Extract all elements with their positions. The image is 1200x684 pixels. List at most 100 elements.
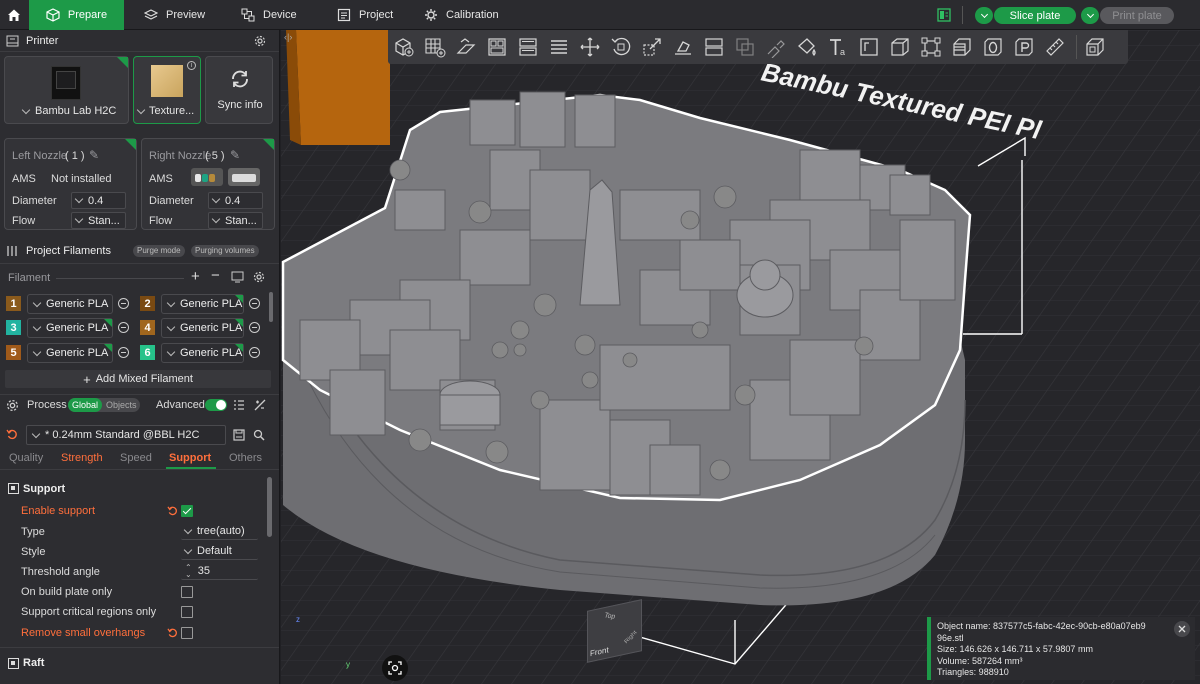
boolean-icon[interactable] (731, 33, 759, 61)
filament-select[interactable]: Generic PLA (27, 294, 113, 314)
remove-slot-icon[interactable] (249, 322, 260, 333)
support-style-select[interactable]: Default (181, 543, 258, 560)
filament-slot[interactable]: 2 Generic PLA (140, 294, 270, 314)
left-diameter-select[interactable]: 0.4 (71, 192, 126, 209)
3d-viewport[interactable]: Bambu Textured PEI Pl Top Front Right z … (281, 30, 1200, 684)
add-object-icon[interactable] (390, 33, 418, 61)
process-preset-select[interactable]: * 0.24mm Standard @BBL H2C (26, 425, 226, 445)
filament-select[interactable]: Generic PLA (161, 294, 244, 314)
add-filament-button[interactable]: + (191, 268, 200, 285)
save-icon[interactable] (233, 429, 245, 441)
filament-scrollbar[interactable] (269, 292, 273, 322)
tab-preview[interactable]: Preview (144, 0, 214, 30)
purging-volumes-button[interactable]: Purging volumes (191, 245, 259, 257)
scale-icon[interactable] (638, 33, 666, 61)
layout-icon[interactable] (937, 8, 951, 22)
screenshot-button[interactable] (382, 655, 408, 681)
layers-list-icon[interactable] (545, 33, 573, 61)
lay-on-face-icon[interactable] (669, 33, 697, 61)
layer-stack-icon[interactable] (948, 33, 976, 61)
plate-select-card[interactable]: i Texture... (133, 56, 201, 124)
gear-icon[interactable] (253, 271, 265, 283)
purge-mode-button[interactable]: Purge mode (133, 245, 185, 257)
close-icon[interactable] (1174, 621, 1190, 637)
build-plate-only-checkbox[interactable] (181, 586, 193, 598)
filament-slot[interactable]: 4 Generic PLA (140, 318, 270, 338)
ams-unit-1[interactable] (191, 168, 223, 186)
global-option[interactable]: Global (68, 398, 102, 412)
advanced-toggle[interactable] (205, 399, 227, 411)
plate-zero-icon[interactable] (979, 33, 1007, 61)
remove-overhangs-checkbox[interactable] (181, 627, 193, 639)
printer-select-card[interactable]: Bambu Lab H2C (4, 56, 129, 124)
arrange-icon[interactable] (483, 33, 511, 61)
left-flow-select[interactable]: Stan... (71, 212, 126, 229)
remove-slot-icon[interactable] (118, 322, 129, 333)
reset-icon[interactable] (167, 627, 178, 638)
auto-orient-icon[interactable] (452, 33, 480, 61)
sync-filament-icon[interactable] (231, 271, 244, 283)
tab-strength[interactable]: Strength (61, 452, 103, 464)
filament-slot[interactable]: 3 Generic PLA (6, 318, 136, 338)
view-cube-front[interactable]: Front (590, 645, 609, 658)
filament-select[interactable]: Generic PLA (27, 318, 113, 338)
sync-info-button[interactable]: Sync info (205, 56, 273, 124)
collapse-panel-icon[interactable]: ‹|› (284, 32, 292, 42)
filament-select[interactable]: Generic PLA (27, 343, 113, 363)
tab-prepare[interactable]: Prepare (29, 0, 124, 30)
list-icon[interactable] (233, 399, 245, 411)
bounding-box-icon[interactable] (917, 33, 945, 61)
tab-project[interactable]: Project (337, 0, 407, 30)
tab-support[interactable]: Support (169, 452, 211, 464)
filament-select[interactable]: Generic PLA (161, 318, 244, 338)
filament-select[interactable]: Generic PLA (161, 343, 244, 363)
remove-slot-icon[interactable] (249, 298, 260, 309)
tab-others[interactable]: Others (229, 452, 262, 464)
edit-icon[interactable]: ✎ (230, 148, 240, 162)
rotate-icon[interactable] (607, 33, 635, 61)
remove-filament-button[interactable]: − (211, 267, 220, 284)
edit-icon[interactable]: ✎ (89, 148, 99, 162)
right-flow-select[interactable]: Stan... (208, 212, 263, 229)
reset-icon[interactable] (6, 428, 18, 440)
split-plates-icon[interactable] (514, 33, 542, 61)
remove-slot-icon[interactable] (118, 298, 129, 309)
spinner-arrows-icon[interactable]: ⌃ ⌄ (185, 564, 192, 579)
measure-3d-icon[interactable] (886, 33, 914, 61)
filament-slot[interactable]: 1 Generic PLA (6, 294, 136, 314)
plate-parameter-icon[interactable] (1010, 33, 1038, 61)
global-objects-toggle[interactable]: Global Objects (68, 398, 140, 412)
tab-calibration[interactable]: Calibration (424, 0, 514, 30)
emboss-icon[interactable] (855, 33, 883, 61)
ruler-icon[interactable] (1041, 33, 1069, 61)
add-plate-icon[interactable] (421, 33, 449, 61)
compare-icon[interactable] (254, 399, 266, 411)
view-cube-top[interactable]: Top (603, 612, 616, 621)
right-diameter-select[interactable]: 0.4 (208, 192, 263, 209)
print-dropdown-button[interactable] (1081, 7, 1099, 24)
enable-support-checkbox[interactable] (181, 505, 193, 517)
settings-scrollbar[interactable] (267, 477, 272, 537)
gear-icon[interactable] (254, 35, 266, 47)
slice-plate-button[interactable]: Slice plate (994, 7, 1076, 24)
home-icon[interactable] (0, 0, 27, 30)
print-plate-button[interactable]: Print plate (1100, 7, 1174, 24)
color-paint-icon[interactable] (793, 33, 821, 61)
remove-slot-icon[interactable] (249, 347, 260, 358)
ams-unit-2[interactable] (228, 168, 260, 186)
threshold-angle-spinner[interactable]: ⌃ ⌄ 35 (181, 563, 258, 580)
critical-regions-checkbox[interactable] (181, 606, 193, 618)
tab-quality[interactable]: Quality (9, 452, 43, 464)
tab-speed[interactable]: Speed (120, 452, 152, 464)
text-tool-icon[interactable]: a (824, 33, 852, 61)
support-type-select[interactable]: tree(auto) (181, 523, 258, 540)
cut-icon[interactable] (700, 33, 728, 61)
objects-option[interactable]: Objects (106, 398, 137, 412)
move-icon[interactable] (576, 33, 604, 61)
support-paint-icon[interactable] (762, 33, 790, 61)
add-mixed-filament-button[interactable]: + Add Mixed Filament (5, 370, 271, 388)
reset-icon[interactable] (167, 505, 178, 516)
remove-slot-icon[interactable] (118, 347, 129, 358)
filament-slot[interactable]: 5 Generic PLA (6, 343, 136, 363)
slice-dropdown-button[interactable] (975, 7, 993, 24)
